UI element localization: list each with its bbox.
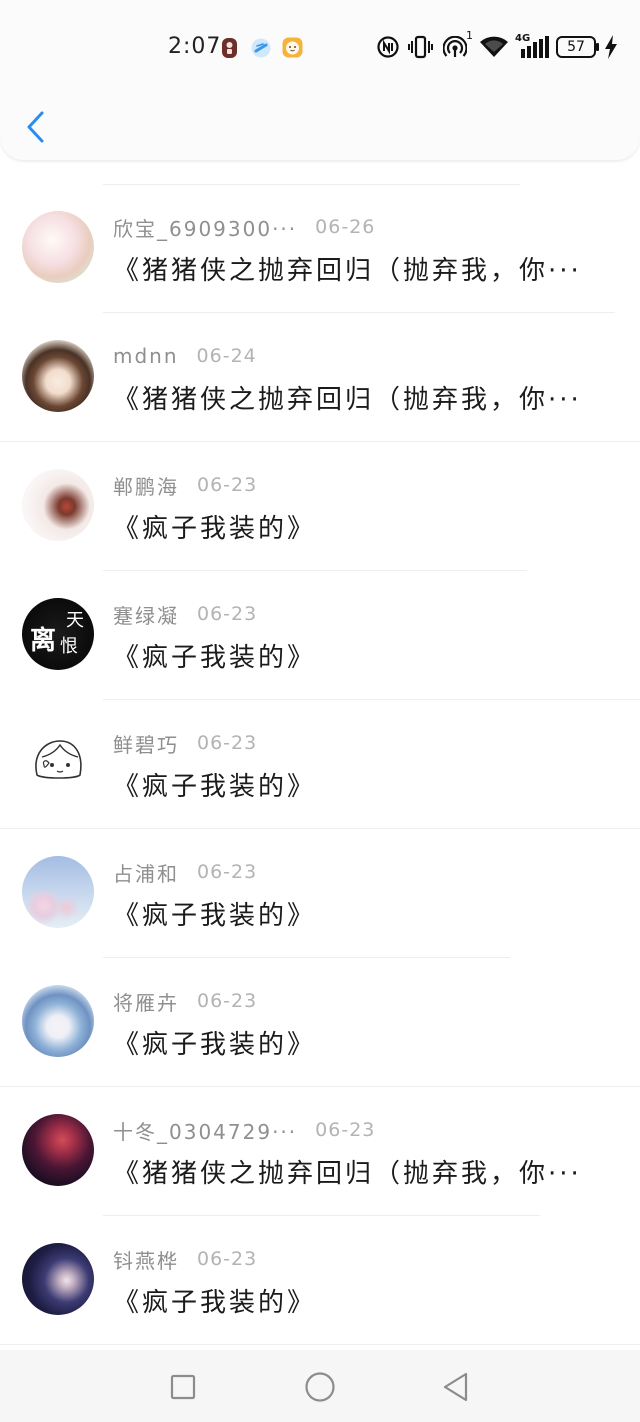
message-date: 06-24: [196, 345, 257, 367]
sender-name: 十冬_0304729···: [113, 1119, 298, 1144]
home-circle-icon[interactable]: [304, 1371, 336, 1403]
item-meta: 占浦和 06-23: [113, 858, 257, 886]
sender-name: mdnn: [113, 344, 179, 368]
message-date: 06-23: [197, 732, 258, 754]
sender-name: 欣宝_6909300···: [113, 216, 298, 241]
hotspot-icon: [443, 36, 467, 57]
back-button[interactable]: [18, 106, 52, 148]
avatar[interactable]: 离 恨 天: [22, 598, 94, 670]
avatar[interactable]: [22, 340, 94, 412]
status-time: 2:07: [168, 34, 222, 59]
message-text: 《疯子我装的》: [113, 1030, 317, 1060]
nfc-icon: [377, 36, 399, 58]
item-meta: mdnn 06-24: [113, 342, 257, 370]
message-date: 06-23: [197, 474, 258, 496]
face-app-icon: [282, 37, 303, 58]
message-date: 06-23: [315, 1119, 376, 1141]
item-meta: 钭燕桦 06-23: [113, 1245, 257, 1273]
message-date: 06-23: [197, 861, 258, 883]
recorder-app-icon: [222, 38, 237, 58]
message-text: 《猪猪侠之抛弃回归（抛弃我，你···: [113, 1159, 582, 1189]
sender-name: 占浦和: [113, 861, 179, 886]
message-text: 《疯子我装的》: [113, 643, 317, 673]
message-date: 06-23: [197, 1248, 258, 1270]
item-meta: 将雁卉 06-23: [113, 987, 257, 1015]
back-triangle-icon[interactable]: [441, 1371, 471, 1403]
message-text: 《猪猪侠之抛弃回归（抛弃我，你···: [113, 385, 582, 415]
avatar-lettering: 恨: [60, 636, 78, 657]
sender-name: 将雁卉: [113, 990, 179, 1015]
item-meta: 鲜碧巧 06-23: [113, 729, 257, 757]
avatar-lettering: 天: [66, 610, 84, 631]
message-item[interactable]: 钭燕桦 06-23 《疯子我装的》: [0, 1216, 640, 1345]
avatar-lettering: 离: [30, 626, 57, 656]
sender-name: 鲜碧巧: [113, 732, 179, 757]
chevron-left-icon: [27, 111, 44, 143]
hotspot-badge: 1: [466, 29, 473, 42]
item-divider: [0, 1344, 640, 1345]
sender-name: 蹇绿凝: [113, 603, 179, 628]
browser-app-icon: [251, 38, 271, 58]
avatar[interactable]: [22, 1243, 94, 1315]
message-item[interactable]: 欣宝_6909300··· 06-26 《猪猪侠之抛弃回归（抛弃我，你···: [0, 184, 640, 313]
wifi-icon: [480, 36, 508, 57]
avatar[interactable]: [22, 1114, 94, 1186]
item-meta: 欣宝_6909300··· 06-26: [113, 213, 375, 241]
item-meta: 十冬_0304729··· 06-23: [113, 1116, 375, 1144]
message-item[interactable]: 鲜碧巧 06-23 《疯子我装的》: [0, 700, 640, 829]
recents-square-icon[interactable]: [170, 1374, 196, 1400]
message-item[interactable]: 十冬_0304729··· 06-23 《猪猪侠之抛弃回归（抛弃我，你···: [0, 1087, 640, 1216]
message-text: 《疯子我装的》: [113, 1288, 317, 1318]
message-list: 欣宝_6909300··· 06-26 《猪猪侠之抛弃回归（抛弃我，你··· m…: [0, 184, 640, 1345]
message-date: 06-26: [315, 216, 376, 238]
battery-level: 57: [567, 39, 585, 55]
message-item[interactable]: 郸鹏海 06-23 《疯子我装的》: [0, 442, 640, 571]
message-item[interactable]: mdnn 06-24 《猪猪侠之抛弃回归（抛弃我，你···: [0, 313, 640, 442]
header: 2:07 1 4G 57: [0, 0, 640, 161]
avatar[interactable]: [22, 985, 94, 1057]
avatar[interactable]: [22, 727, 94, 799]
system-nav-bar: [0, 1350, 640, 1422]
message-text: 《疯子我装的》: [113, 772, 317, 802]
message-item[interactable]: 占浦和 06-23 《疯子我装的》: [0, 829, 640, 958]
message-text: 《疯子我装的》: [113, 901, 317, 931]
avatar[interactable]: [22, 211, 94, 283]
message-text: 《疯子我装的》: [113, 514, 317, 544]
avatar[interactable]: [22, 856, 94, 928]
message-item[interactable]: 离 恨 天 蹇绿凝 06-23 《疯子我装的》: [0, 571, 640, 700]
charging-icon: [605, 35, 617, 59]
message-text: 《猪猪侠之抛弃回归（抛弃我，你···: [113, 256, 582, 286]
message-date: 06-23: [197, 990, 258, 1012]
signal-icon: [521, 36, 549, 58]
cartoon-face-icon: [35, 740, 82, 779]
message-date: 06-23: [197, 603, 258, 625]
sender-name: 郸鹏海: [113, 474, 179, 499]
sender-name: 钭燕桦: [113, 1248, 179, 1273]
item-meta: 蹇绿凝 06-23: [113, 600, 257, 628]
message-item[interactable]: 将雁卉 06-23 《疯子我装的》: [0, 958, 640, 1087]
item-meta: 郸鹏海 06-23: [113, 471, 257, 499]
avatar[interactable]: [22, 469, 94, 541]
vibrate-icon: [408, 35, 433, 59]
